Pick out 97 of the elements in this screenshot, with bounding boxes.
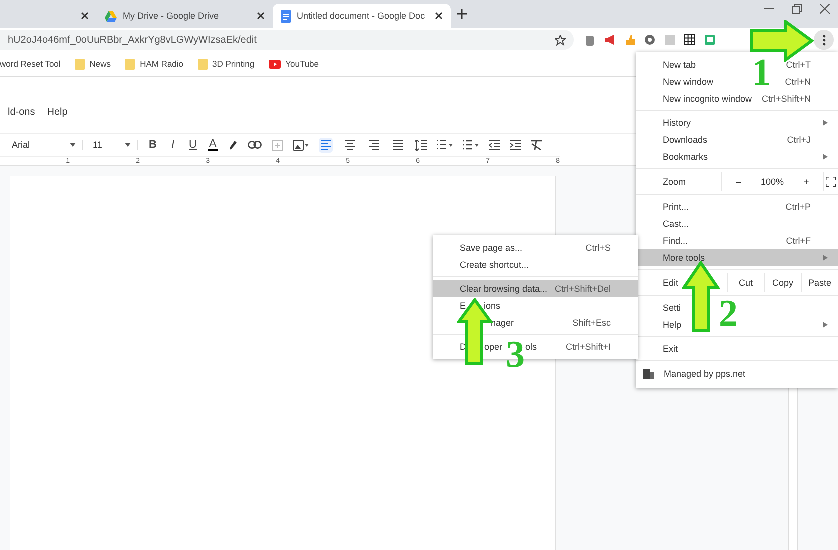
shortcut-text: Ctrl+P bbox=[786, 202, 811, 212]
docs-menu-item[interactable]: ld-ons bbox=[8, 107, 36, 127]
zoom-label: Zoom bbox=[663, 176, 688, 186]
edit-action-button[interactable]: Paste bbox=[801, 273, 838, 292]
extension-icon[interactable] bbox=[644, 34, 656, 46]
shortcut-text: Ctrl+F bbox=[786, 236, 811, 246]
shortcut-text: Ctrl+Shift+I bbox=[566, 342, 611, 352]
close-icon[interactable] bbox=[820, 4, 830, 14]
extension-icon[interactable] bbox=[584, 34, 596, 46]
drive-icon[interactable] bbox=[105, 10, 117, 22]
align-button[interactable] bbox=[343, 138, 357, 152]
menu-item[interactable]: Find... bbox=[663, 236, 688, 246]
increase-indent-icon[interactable] bbox=[510, 140, 521, 150]
address-bar[interactable]: hU2oJ4o46mf_0oUuRBbr_AxkrYg8vLGWyWIzsaEk/edit bbox=[0, 30, 574, 50]
menu-item[interactable]: New incognito window bbox=[663, 94, 752, 104]
thumbs-up-icon[interactable] bbox=[624, 34, 636, 46]
browser-tab[interactable]: Untitled document - Google Doc bbox=[273, 4, 451, 28]
fullscreen-icon[interactable] bbox=[826, 176, 836, 186]
menu-item[interactable]: More tools bbox=[663, 252, 706, 262]
numbered-list-icon[interactable] bbox=[437, 140, 453, 150]
step-number: 1 bbox=[752, 54, 771, 92]
grid-icon[interactable] bbox=[684, 34, 696, 46]
highlighter-icon[interactable] bbox=[228, 140, 238, 150]
align-button[interactable] bbox=[367, 138, 381, 152]
annotation-arrow bbox=[682, 261, 720, 333]
edit-label: Edit bbox=[662, 278, 680, 288]
star-icon[interactable] bbox=[555, 34, 566, 46]
decrease-indent-icon[interactable] bbox=[489, 140, 500, 150]
image-icon[interactable] bbox=[293, 140, 309, 150]
bookmark[interactable]: News bbox=[74, 58, 112, 70]
menu-item[interactable]: Save page as... bbox=[460, 242, 523, 252]
shortcut-text: Ctrl+J bbox=[787, 134, 811, 144]
align-button[interactable] bbox=[391, 138, 405, 152]
edit-action-button[interactable]: Cut bbox=[727, 273, 764, 292]
bulleted-list-icon[interactable] bbox=[463, 140, 479, 150]
restore-icon[interactable] bbox=[792, 4, 802, 14]
menu-item[interactable]: Clear browsing data... bbox=[460, 284, 548, 294]
megaphone-icon[interactable] bbox=[604, 34, 616, 46]
menu-item[interactable]: History bbox=[663, 118, 692, 128]
tab-title: Untitled document - Google Doc bbox=[297, 11, 426, 21]
browser-tab[interactable]: My Drive - Google Drive bbox=[97, 4, 273, 28]
bookmark[interactable]: 3D Printing bbox=[198, 58, 255, 70]
caret-icon[interactable] bbox=[125, 143, 131, 147]
format-button[interactable]: B bbox=[148, 139, 158, 151]
new-tab-icon[interactable] bbox=[457, 9, 467, 19]
caret-icon[interactable] bbox=[70, 143, 76, 147]
shortcut-text: Ctrl+N bbox=[785, 76, 811, 86]
font-size-dropdown[interactable]: 11 bbox=[93, 140, 138, 150]
extension-icon[interactable] bbox=[704, 34, 716, 46]
menu-item[interactable]: Create shortcut... bbox=[460, 260, 530, 270]
menu-item[interactable]: Help bbox=[663, 320, 682, 330]
bookmark[interactable]: HAM Radio bbox=[125, 58, 184, 70]
line-spacing-icon[interactable] bbox=[415, 140, 427, 150]
video-icon[interactable] bbox=[268, 60, 281, 68]
menu-button[interactable] bbox=[814, 30, 834, 50]
shortcut-text: Ctrl+S bbox=[586, 242, 611, 252]
edit-action-button[interactable]: Copy bbox=[764, 273, 801, 292]
clear-formatting-icon[interactable] bbox=[531, 140, 542, 150]
zoom-out-button[interactable]: – bbox=[736, 176, 742, 186]
menu-item[interactable]: nager bbox=[491, 318, 514, 328]
zoom-in-button[interactable]: + bbox=[804, 176, 810, 186]
menu-item[interactable]: ions bbox=[484, 300, 501, 310]
shortcut-text: Shift+Esc bbox=[572, 318, 611, 328]
tab-title: My Drive - Google Drive bbox=[123, 11, 220, 21]
close-icon[interactable] bbox=[81, 12, 89, 20]
menu-item[interactable]: Print... bbox=[663, 202, 690, 212]
more-icon bbox=[822, 34, 826, 46]
managed-text: Managed by pps.net bbox=[664, 369, 746, 379]
menu-item[interactable]: Downloads bbox=[663, 134, 708, 144]
menu-item[interactable]: New window bbox=[663, 76, 714, 86]
bookmark[interactable]: word Reset Tool bbox=[0, 59, 61, 69]
close-icon[interactable] bbox=[435, 12, 443, 20]
menu-item[interactable]: Exit bbox=[663, 344, 678, 354]
docs-menu-item[interactable]: Help bbox=[47, 107, 68, 127]
shortcut-text: Ctrl+Shift+N bbox=[762, 94, 811, 104]
step-number: 2 bbox=[719, 295, 738, 333]
link-icon[interactable] bbox=[248, 141, 262, 149]
bookmark[interactable]: YouTube bbox=[268, 59, 319, 69]
step-number: 3 bbox=[506, 336, 525, 374]
font-dropdown[interactable]: Arial bbox=[12, 140, 83, 150]
menu-item[interactable]: Setti bbox=[663, 302, 682, 312]
menu-item[interactable]: Bookmarks bbox=[663, 152, 708, 162]
menu-item[interactable]: ols bbox=[526, 342, 538, 352]
menu-item[interactable]: New tab bbox=[663, 60, 696, 70]
document-icon[interactable] bbox=[281, 10, 291, 22]
zoom-value: 100% bbox=[761, 176, 784, 186]
menu-item[interactable]: E bbox=[460, 300, 466, 310]
format-button[interactable]: I bbox=[168, 139, 178, 151]
format-button[interactable]: U bbox=[188, 139, 198, 151]
close-icon[interactable] bbox=[257, 12, 265, 20]
align-button[interactable] bbox=[319, 138, 333, 152]
menu-item[interactable]: Cast... bbox=[663, 218, 690, 228]
format-button[interactable]: A bbox=[208, 139, 218, 151]
shortcut-text: Ctrl+Shift+Del bbox=[554, 284, 611, 294]
shortcut-text: Ctrl+T bbox=[786, 60, 811, 70]
building-icon[interactable] bbox=[643, 369, 654, 379]
menu-item[interactable]: oper bbox=[484, 342, 503, 352]
